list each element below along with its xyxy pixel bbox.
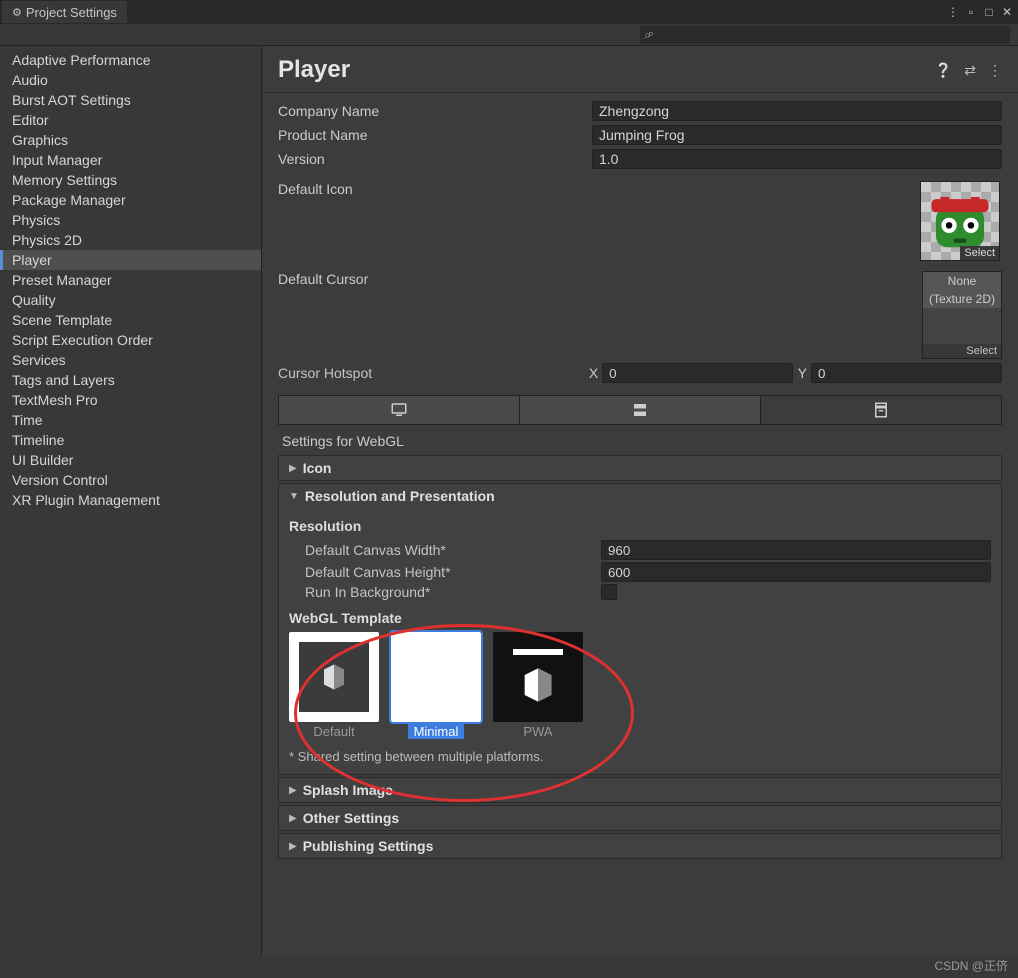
foldout-resolution: ▼ Resolution and Presentation Resolution… [278,483,1002,775]
template-label: PWA [517,724,558,739]
sidebar-item-ui-builder[interactable]: UI Builder [0,450,261,470]
select-icon-button[interactable]: Select [960,246,999,260]
foldout-resolution-header[interactable]: ▼ Resolution and Presentation [279,484,1001,508]
sidebar-item-graphics[interactable]: Graphics [0,130,261,150]
sidebar-item-editor[interactable]: Editor [0,110,261,130]
platform-tab-server[interactable] [520,396,761,424]
foldout-other-header[interactable]: ▶ Other Settings [279,806,1001,830]
template-thumb [289,632,379,722]
search-input[interactable] [640,26,1010,44]
page-title: Player [278,56,935,84]
webgl-template-subheader: WebGL Template [289,610,991,626]
template-default[interactable]: Default [289,632,379,739]
help-icon[interactable]: ❔ [935,62,952,79]
sidebar-item-burst-aot-settings[interactable]: Burst AOT Settings [0,90,261,110]
select-cursor-button[interactable]: Select [923,344,1001,358]
canvas-height-label: Default Canvas Height* [305,564,601,580]
sidebar-item-timeline[interactable]: Timeline [0,430,261,450]
options-icon[interactable]: ⋮ [946,5,960,19]
template-label: Default [307,724,360,739]
sidebar-item-input-manager[interactable]: Input Manager [0,150,261,170]
sidebar-item-memory-settings[interactable]: Memory Settings [0,170,261,190]
shared-setting-note: * Shared setting between multiple platfo… [289,749,991,764]
sidebar-item-physics-2d[interactable]: Physics 2D [0,230,261,250]
version-label: Version [278,151,592,167]
default-icon-label: Default Icon [278,181,592,197]
foldout-publishing-header[interactable]: ▶ Publishing Settings [279,834,1001,858]
hotspot-x-label: X [588,365,602,381]
watermark: CSDN @正侪 [934,957,1008,974]
sidebar-item-player[interactable]: Player [0,250,261,270]
preset-icon[interactable]: ⇄ [964,62,976,79]
settings-for-label: Settings for WebGL [262,425,1018,453]
sidebar-item-script-execution-order[interactable]: Script Execution Order [0,330,261,350]
template-thumb [493,632,583,722]
hotspot-y-label: Y [797,365,811,381]
hotspot-y-input[interactable] [811,363,1002,383]
sidebar-item-physics[interactable]: Physics [0,210,261,230]
sidebar-item-textmesh-pro[interactable]: TextMesh Pro [0,390,261,410]
canvas-height-input[interactable] [601,562,991,582]
product-name-input[interactable] [592,125,1002,145]
foldout-splash: ▶ Splash Image [278,777,1002,803]
sidebar-item-xr-plugin-management[interactable]: XR Plugin Management [0,490,261,510]
foldout-icon: ▶ Icon [278,455,1002,481]
sidebar-item-tags-and-layers[interactable]: Tags and Layers [0,370,261,390]
product-name-label: Product Name [278,127,592,143]
template-minimal[interactable]: Minimal [391,632,481,739]
template-pwa[interactable]: PWA [493,632,583,739]
sidebar-item-quality[interactable]: Quality [0,290,261,310]
foldout-icon-header[interactable]: ▶ Icon [279,456,1001,480]
version-input[interactable] [592,149,1002,169]
canvas-width-input[interactable] [601,540,991,560]
cursor-hotspot-label: Cursor Hotspot [278,365,588,381]
company-name-input[interactable] [592,101,1002,121]
hotspot-x-input[interactable] [602,363,793,383]
gear-icon: ⚙ [12,6,22,19]
platform-tab-webgl[interactable] [761,396,1001,424]
sidebar-item-package-manager[interactable]: Package Manager [0,190,261,210]
chevron-right-icon: ▶ [289,841,297,852]
platform-tabs [278,395,1002,425]
run-background-checkbox[interactable] [601,584,617,600]
sidebar-item-audio[interactable]: Audio [0,70,261,90]
default-cursor-slot[interactable]: None (Texture 2D) Select [922,271,1002,359]
default-cursor-label: Default Cursor [278,271,592,287]
chevron-down-icon: ▼ [289,491,299,502]
content-pane: Player ❔ ⇄ ⋮ Company Name Product Name V… [262,46,1018,956]
foldout-other: ▶ Other Settings [278,805,1002,831]
foldout-splash-header[interactable]: ▶ Splash Image [279,778,1001,802]
template-thumb [391,632,481,722]
cursor-type-text: (Texture 2D) [923,290,1001,308]
sidebar-item-preset-manager[interactable]: Preset Manager [0,270,261,290]
cursor-none-text: None [923,272,1001,290]
sidebar-item-version-control[interactable]: Version Control [0,470,261,490]
search-bar: ⌕ [0,24,1018,46]
window-title: Project Settings [26,5,117,20]
company-name-label: Company Name [278,103,592,119]
sidebar: Adaptive PerformanceAudioBurst AOT Setti… [0,46,262,956]
template-label: Minimal [408,724,465,739]
chevron-right-icon: ▶ [289,813,297,824]
window-tab[interactable]: ⚙ Project Settings [2,1,127,23]
popout-icon[interactable]: ▫ [964,5,978,19]
sidebar-item-services[interactable]: Services [0,350,261,370]
platform-tab-standalone[interactable] [279,396,520,424]
close-icon[interactable]: ✕ [1000,5,1014,19]
chevron-right-icon: ▶ [289,785,297,796]
resolution-subheader: Resolution [289,518,991,534]
run-background-label: Run In Background* [305,584,601,600]
chevron-right-icon: ▶ [289,463,297,474]
default-icon-slot[interactable]: Select [920,181,1000,261]
menu-icon[interactable]: ⋮ [988,62,1002,79]
titlebar: ⚙ Project Settings ⋮ ▫ □ ✕ [0,0,1018,24]
sidebar-item-adaptive-performance[interactable]: Adaptive Performance [0,50,261,70]
sidebar-item-scene-template[interactable]: Scene Template [0,310,261,330]
template-list: Default Minimal PWA [289,632,991,739]
maximize-icon[interactable]: □ [982,5,996,19]
sidebar-item-time[interactable]: Time [0,410,261,430]
foldout-publishing: ▶ Publishing Settings [278,833,1002,859]
canvas-width-label: Default Canvas Width* [305,542,601,558]
